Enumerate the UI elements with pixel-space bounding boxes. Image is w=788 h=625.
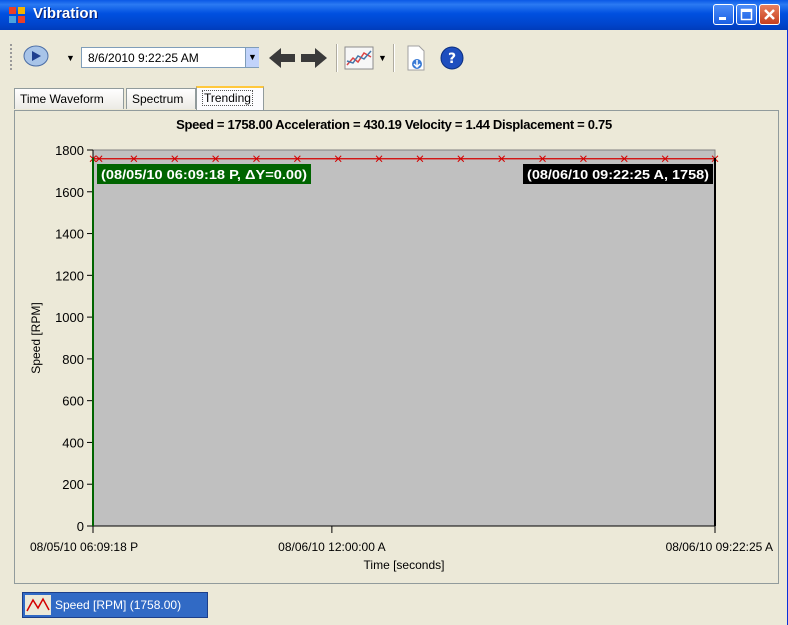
x-tick-label: 08/05/10 06:09:18 P [30, 540, 138, 554]
vibration-window: Vibration ▼ 8/6/2010 9:22:25 AM ▼ ▼ ? Ti… [0, 0, 788, 625]
y-tick-label: 1800 [55, 143, 84, 158]
trending-chart[interactable]: 0 200 400 600 800 1000 1200 1400 1600 1800 08/05/1… [0, 0, 788, 625]
legend-item-speed[interactable]: Speed [RPM] (1758.00) [22, 592, 208, 618]
x-axis-label: Time [seconds] [364, 558, 445, 572]
y-axis-label: Speed [RPM] [29, 302, 43, 373]
y-tick-label: 400 [62, 435, 84, 450]
plot-area [92, 149, 716, 527]
x-tick-label: 08/06/10 09:22:25 A [666, 540, 773, 554]
y-tick-label: 600 [62, 394, 84, 409]
cursor-label-left: (08/05/10 06:09:18 P, ΔY=0.00) [101, 167, 307, 182]
y-tick-label: 1600 [55, 185, 84, 200]
y-tick-label: 800 [62, 352, 84, 367]
line-series-icon [25, 595, 51, 615]
y-tick-label: 0 [77, 519, 84, 534]
y-tick-label: 1400 [55, 227, 84, 242]
x-tick-label: 08/06/10 12:00:00 A [278, 540, 385, 554]
cursor-label-right: (08/06/10 09:22:25 A, 1758) [527, 167, 709, 182]
y-tick-label: 200 [62, 477, 84, 492]
y-tick-label: 1000 [55, 310, 84, 325]
y-tick-label: 1200 [55, 268, 84, 283]
legend-label: Speed [RPM] (1758.00) [55, 598, 182, 612]
